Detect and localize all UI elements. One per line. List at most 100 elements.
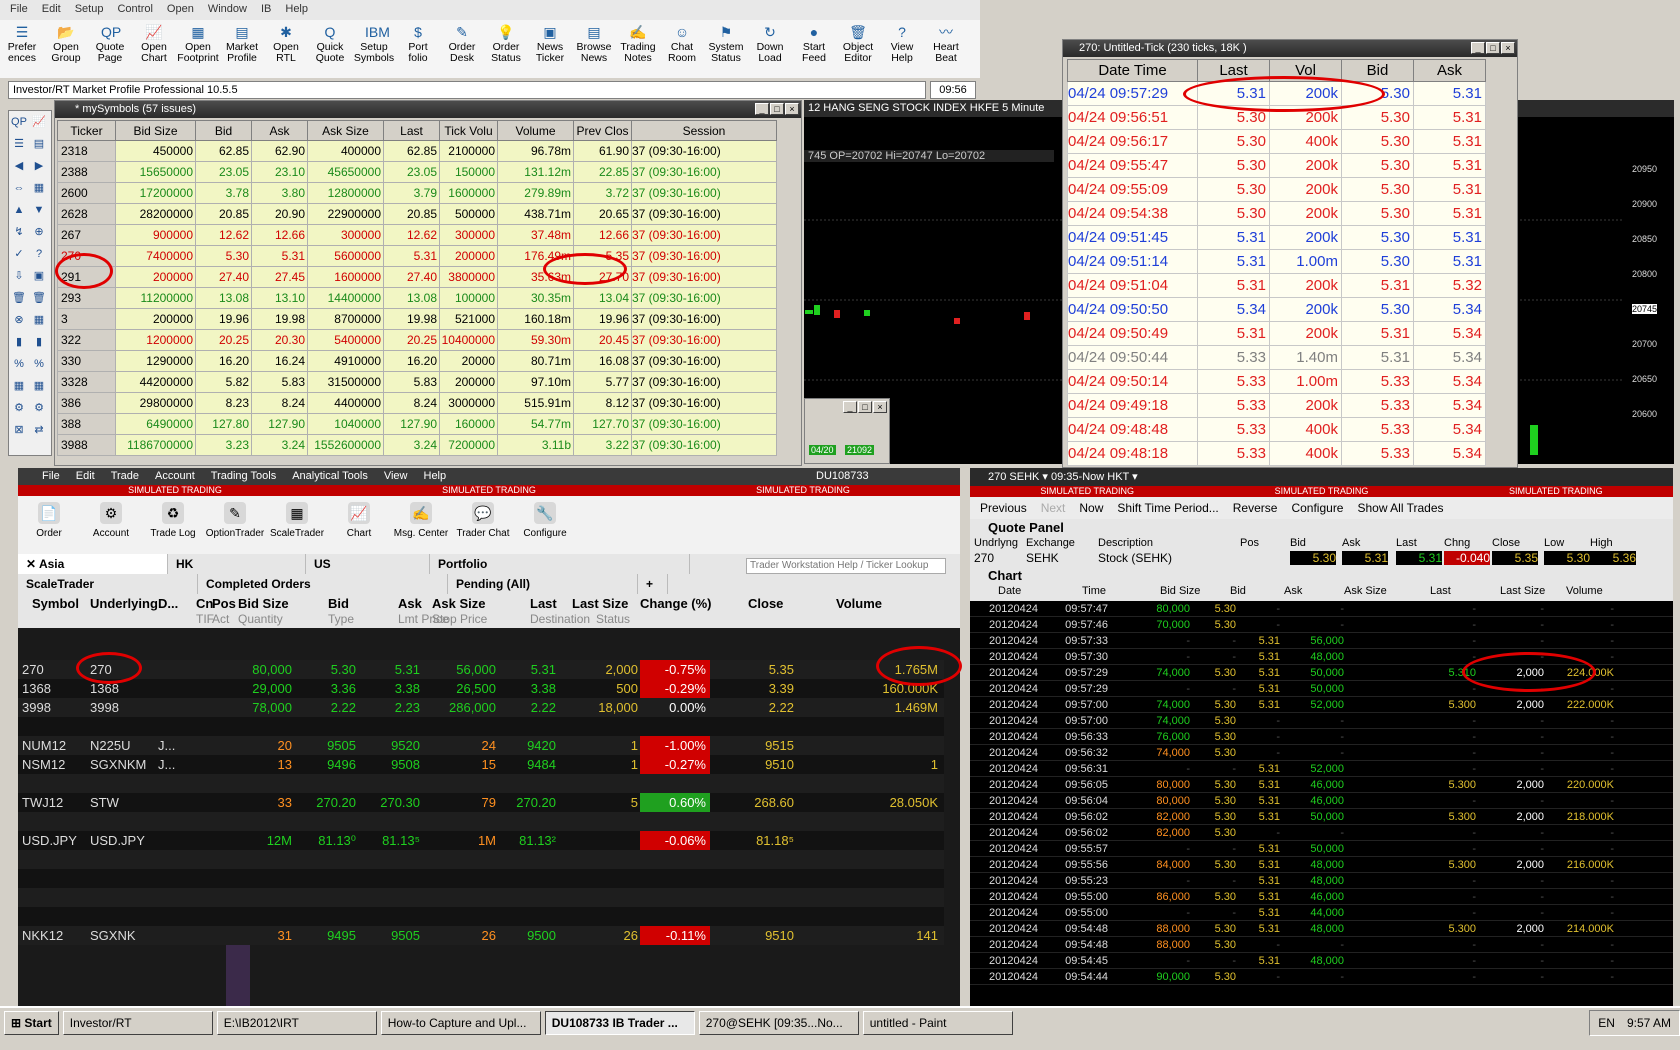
toolbar-objecteditor-button[interactable]: 🗑 Object Editor — [836, 20, 880, 78]
nav-next-button[interactable]: Next — [1041, 497, 1066, 519]
toolbar-download-button[interactable]: ↻ Down Load — [748, 20, 792, 78]
table-row[interactable]: 3998 3998 78,000 2.22 2.23 286,000 2.22 18,000 2… — [18, 698, 944, 717]
taskbar-item[interactable]: How-to Capture and Upl... — [380, 1011, 541, 1035]
table-row[interactable]: 291 200000 27.40 27.45 1600000 27.40 3800000 35… — [57, 266, 777, 288]
subtab-3[interactable]: + — [638, 574, 668, 594]
tool-tradelog-button[interactable]: ♻ Trade Log — [142, 496, 204, 554]
column-header[interactable]: Bid Size — [115, 120, 196, 141]
toolbar-orderstatus-button[interactable]: 💡 Order Status — [484, 20, 528, 78]
toolbar-heartbeat-button[interactable]: 〰 Heart Beat — [924, 20, 968, 78]
subtab-1[interactable]: Completed Orders — [198, 574, 448, 594]
taskbar-item[interactable]: E:\IB2012\IRT — [216, 1011, 377, 1035]
tws-menu-item[interactable]: Help — [424, 468, 447, 485]
nav-reverse-button[interactable]: Reverse — [1233, 497, 1278, 519]
sidebar-tool-icon[interactable]: 📈 — [30, 113, 48, 131]
tab-portfolio[interactable]: Portfolio — [430, 554, 690, 574]
menu-control[interactable]: Control — [117, 3, 152, 17]
tws-menu-item[interactable]: Analytical Tools — [292, 468, 368, 485]
sidebar-tool-icon[interactable]: ⊗ — [10, 311, 28, 329]
sidebar-tool-icon[interactable]: ◀ — [10, 157, 28, 175]
table-row[interactable]: 270 7400000 5.30 5.31 5600000 5.31 200000 176.4… — [57, 245, 777, 267]
nav-showalltrades-button[interactable]: Show All Trades — [1357, 497, 1443, 519]
menu-window[interactable]: Window — [208, 3, 247, 17]
close-button[interactable]: × — [1501, 42, 1515, 54]
sidebar-tool-icon[interactable]: ↯ — [10, 223, 28, 241]
header-last[interactable]: Last — [530, 596, 557, 611]
trades-header[interactable]: Last Size — [1500, 585, 1545, 597]
sidebar-tool-icon[interactable]: ▦ — [10, 377, 28, 395]
toolbar-browsenews-button[interactable]: ▤ Browse News — [572, 20, 616, 78]
table-row[interactable]: NSM12 SGXNKM J... 13 9496 9508 15 9484 1 9510 1 -0.… — [18, 755, 944, 774]
header-bid[interactable]: Bid — [328, 596, 349, 611]
column-header[interactable]: Last — [383, 120, 440, 141]
trades-header[interactable]: Ask — [1284, 585, 1302, 597]
toolbar-orderdesk-button[interactable]: ✎ Order Desk — [440, 20, 484, 78]
trades-header[interactable]: Time — [1082, 585, 1106, 597]
sidebar-tool-icon[interactable]: ⊠ — [10, 421, 28, 439]
tws-menu-item[interactable]: Trading Tools — [211, 468, 276, 485]
menu-setup[interactable]: Setup — [75, 3, 104, 17]
sidebar-tool-icon[interactable]: ⇔ — [10, 179, 28, 197]
tws-menu-item[interactable]: File — [42, 468, 60, 485]
menu-ib[interactable]: IB — [261, 3, 271, 17]
toolbar-preferences-button[interactable]: ☰ Prefer ences — [0, 20, 44, 78]
table-row[interactable]: 2388 15650000 23.05 23.10 45650000 23.05 15000… — [57, 161, 777, 183]
trades-header[interactable]: Bid — [1230, 585, 1246, 597]
header-d[interactable]: D... — [158, 596, 178, 611]
toolbar-openchart-button[interactable]: 📈 Open Chart — [132, 20, 176, 78]
tab-asia[interactable]: ✕ Asia — [18, 554, 168, 574]
close-button[interactable]: × — [785, 103, 799, 115]
header-close[interactable]: Close — [748, 596, 783, 611]
sidebar-tool-icon[interactable]: ▦ — [30, 179, 48, 197]
sidebar-tool-icon[interactable]: ▲ — [10, 201, 28, 219]
header-volume[interactable]: Volume — [836, 596, 882, 611]
column-header[interactable]: Prev Clos — [573, 120, 632, 141]
table-row[interactable] — [18, 717, 944, 736]
minimize-button[interactable]: _ — [1471, 42, 1485, 54]
minimize-button[interactable]: _ — [755, 103, 769, 115]
toolbar-startfeed-button[interactable]: ● Start Feed — [792, 20, 836, 78]
column-header[interactable]: Bid — [195, 120, 252, 141]
nav-configure-button[interactable]: Configure — [1291, 497, 1343, 519]
sidebar-tool-icon[interactable]: ⇄ — [30, 421, 48, 439]
header-asksize[interactable]: Ask Size — [432, 596, 485, 611]
toolbar-newsticker-button[interactable]: ▣ News Ticker — [528, 20, 572, 78]
tab-us[interactable]: US — [306, 554, 430, 574]
table-row[interactable]: 388 6490000 127.80 127.90 1040000 127.90 16000… — [57, 413, 777, 435]
table-row[interactable] — [18, 907, 944, 926]
trades-header[interactable]: Ask Size — [1344, 585, 1387, 597]
sidebar-tool-icon[interactable]: ▮ — [30, 333, 48, 351]
menu-help[interactable]: Help — [285, 3, 308, 17]
table-row[interactable] — [18, 888, 944, 907]
nav-now-button[interactable]: Now — [1079, 497, 1103, 519]
header-pos[interactable]: Pos — [212, 596, 236, 611]
table-row[interactable]: 386 29800000 8.23 8.24 4400000 8.24 3000000 515… — [57, 392, 777, 414]
table-row[interactable]: 2628 28200000 20.85 20.90 22900000 20.85 50000… — [57, 203, 777, 225]
sidebar-tool-icon[interactable]: ▼ — [30, 201, 48, 219]
tool-account-button[interactable]: ⚙ Account — [80, 496, 142, 554]
sidebar-tool-icon[interactable]: ▤ — [30, 135, 48, 153]
sidebar-tool-icon[interactable]: ⚙ — [10, 399, 28, 417]
column-header[interactable]: Session — [631, 120, 777, 141]
table-row[interactable]: NKK12 SGXNK 31 9495 9505 26 9500 26 9510 141 -0.11… — [18, 926, 944, 945]
header-symbol[interactable]: Symbol — [32, 596, 79, 611]
tool-chart-button[interactable]: 📈 Chart — [328, 496, 390, 554]
header-bidsize[interactable]: Bid Size — [238, 596, 289, 611]
column-header[interactable]: Ticker — [57, 120, 116, 141]
subtab-2[interactable]: Pending (All) — [448, 574, 638, 594]
tool-scaletrader-button[interactable]: ▦ ScaleTrader — [266, 496, 328, 554]
start-button[interactable]: ⊞ Start — [4, 1011, 59, 1035]
table-row[interactable]: 2318 450000 62.85 62.90 400000 62.85 2100000 96… — [57, 140, 777, 162]
sidebar-tool-icon[interactable]: ⊕ — [30, 223, 48, 241]
header-ask[interactable]: Ask — [398, 596, 422, 611]
sidebar-tool-icon[interactable]: % — [30, 355, 48, 373]
column-header[interactable]: Ask — [251, 120, 308, 141]
table-row[interactable]: 330 1290000 16.20 16.24 4910000 16.20 20000 80.… — [57, 350, 777, 372]
tab-hk[interactable]: HK — [168, 554, 306, 574]
sidebar-tool-icon[interactable]: ▶ — [30, 157, 48, 175]
table-row[interactable]: 322 1200000 20.25 20.30 5400000 20.25 10400000… — [57, 329, 777, 351]
toolbar-viewhelp-button[interactable]: ? View Help — [880, 20, 924, 78]
taskbar-item[interactable]: DU108733 IB Trader ... — [544, 1011, 695, 1035]
table-row[interactable]: 293 11200000 13.08 13.10 14400000 13.08 100000… — [57, 287, 777, 309]
taskbar-item[interactable]: Investor/RT — [62, 1011, 213, 1035]
